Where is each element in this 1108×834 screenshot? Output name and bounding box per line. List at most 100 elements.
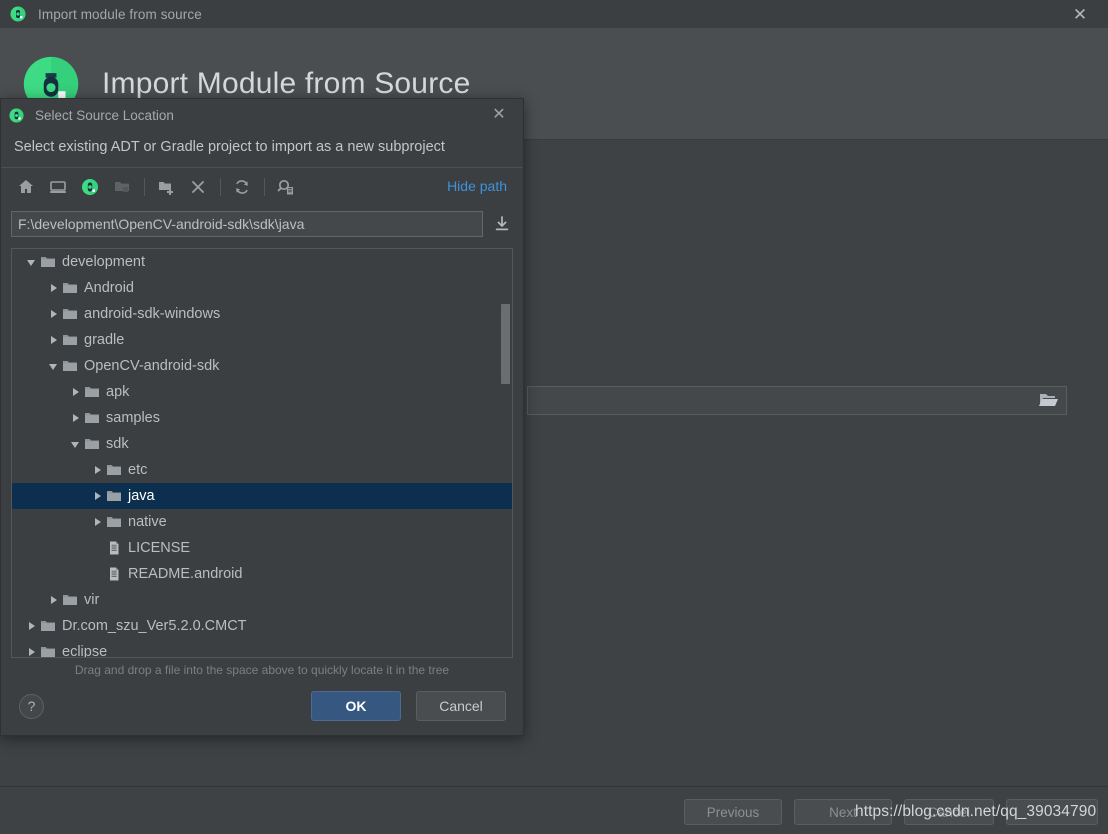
dialog-close-button[interactable]: ✕	[489, 105, 509, 125]
dialog-titlebar: Select Source Location ✕	[1, 99, 523, 131]
dialog-toolbar: Hide path	[1, 168, 523, 206]
tree-row-label: eclipse	[62, 643, 108, 658]
toolbar-separator	[220, 178, 221, 196]
chevron-right-icon[interactable]	[46, 332, 62, 348]
directory-tree[interactable]: development Android android-sdk-windows gra…	[12, 249, 512, 657]
tree-row[interactable]: native	[12, 509, 512, 535]
android-project-icon[interactable]	[77, 174, 103, 200]
wizard-footer: Previous Next Cancel	[0, 786, 1108, 834]
delete-icon[interactable]	[185, 174, 211, 200]
cancel-button[interactable]: Cancel	[416, 691, 506, 721]
chevron-down-icon[interactable]	[68, 436, 84, 452]
tree-row[interactable]: Dr.com_szu_Ver5.2.0.CMCT	[12, 613, 512, 639]
chevron-right-icon[interactable]	[46, 280, 62, 296]
file-icon	[110, 567, 119, 581]
tree-row[interactable]: Android	[12, 275, 512, 301]
folder-open-icon[interactable]	[1039, 391, 1059, 409]
tree-row[interactable]: eclipse	[12, 639, 512, 658]
chevron-right-icon[interactable]	[90, 462, 106, 478]
tree-row[interactable]: OpenCV-android-sdk	[12, 353, 512, 379]
tree-row-label: LICENSE	[128, 539, 191, 556]
tree-row-label: java	[128, 487, 155, 504]
tree-row-label: gradle	[84, 331, 125, 348]
tree-row[interactable]: README.android	[12, 561, 512, 587]
tree-scrollbar-thumb[interactable]	[501, 303, 510, 385]
wizard-next-button[interactable]: Next	[794, 799, 892, 825]
dialog-hint: Drag and drop a file into the space abov…	[74, 663, 450, 677]
tree-row-label: development	[62, 253, 146, 270]
wizard-previous-button[interactable]: Previous	[684, 799, 782, 825]
folder-icon	[109, 174, 135, 200]
hide-path-link[interactable]: Hide path	[447, 178, 507, 194]
tree-row[interactable]: sdk	[12, 431, 512, 457]
chevron-right-icon[interactable]	[90, 488, 106, 504]
dialog-title: Select Source Location	[35, 107, 174, 123]
tree-row[interactable]: vir	[12, 587, 512, 613]
folder-icon	[41, 647, 55, 657]
chevron-right-icon[interactable]	[24, 644, 40, 657]
tree-row-label: vir	[84, 591, 100, 608]
chevron-right-icon[interactable]	[46, 592, 62, 608]
dialog-description: Select existing ADT or Gradle project to…	[1, 131, 523, 168]
chevron-down-icon[interactable]	[24, 254, 40, 270]
tree-row[interactable]: gradle	[12, 327, 512, 353]
show-hidden-icon[interactable]	[273, 174, 299, 200]
source-directory-row	[527, 386, 1067, 415]
folder-icon	[41, 257, 55, 267]
download-icon[interactable]	[489, 212, 515, 236]
tree-row-label: Dr.com_szu_Ver5.2.0.CMCT	[62, 617, 247, 634]
tree-row-label: etc	[128, 461, 148, 478]
folder-icon	[63, 309, 77, 319]
tree-row-label: OpenCV-android-sdk	[84, 357, 220, 374]
tree-row-label: apk	[106, 383, 130, 400]
new-folder-icon[interactable]	[153, 174, 179, 200]
wizard-finish-button[interactable]	[1006, 799, 1098, 825]
tree-row[interactable]: apk	[12, 379, 512, 405]
folder-icon	[85, 439, 99, 449]
folder-icon	[63, 335, 77, 345]
tree-row-label: README.android	[128, 565, 243, 582]
refresh-icon[interactable]	[229, 174, 255, 200]
wizard-cancel-button[interactable]: Cancel	[904, 799, 994, 825]
home-icon[interactable]	[13, 174, 39, 200]
directory-tree-panel[interactable]: development Android android-sdk-windows gra…	[11, 248, 513, 658]
help-button[interactable]: ?	[19, 693, 44, 719]
tree-row-label: Android	[84, 279, 134, 296]
file-icon	[110, 541, 119, 555]
folder-icon	[85, 413, 99, 423]
window-titlebar: Import module from source ✕	[0, 0, 1108, 28]
window-close-button[interactable]: ✕	[1060, 0, 1100, 28]
window-title: Import module from source	[38, 6, 202, 22]
dialog-path-row: F:\development\OpenCV-android-sdk\sdk\ja…	[1, 206, 523, 242]
folder-icon	[41, 621, 55, 631]
tree-row-label: samples	[106, 409, 160, 426]
tree-row[interactable]: java	[12, 483, 512, 509]
folder-icon	[107, 491, 121, 501]
chevron-right-icon[interactable]	[24, 618, 40, 634]
tree-row[interactable]: LICENSE	[12, 535, 512, 561]
folder-icon	[63, 595, 77, 605]
toolbar-separator	[264, 178, 265, 196]
android-studio-icon	[10, 6, 26, 22]
android-studio-icon	[9, 107, 24, 123]
tree-row[interactable]: etc	[12, 457, 512, 483]
chevron-right-icon[interactable]	[90, 514, 106, 530]
dialog-button-bar: ? OK Cancel	[1, 677, 523, 735]
folder-icon	[85, 387, 99, 397]
chevron-right-icon[interactable]	[46, 306, 62, 322]
tree-scrollbar[interactable]	[501, 251, 510, 655]
chevron-right-icon[interactable]	[68, 384, 84, 400]
wizard-heading: Import Module from Source	[102, 66, 471, 100]
tree-row[interactable]: development	[12, 249, 512, 275]
chevron-down-icon[interactable]	[46, 358, 62, 374]
tree-row[interactable]: android-sdk-windows	[12, 301, 512, 327]
tree-row-label: native	[128, 513, 167, 530]
desktop-icon[interactable]	[45, 174, 71, 200]
ok-button[interactable]: OK	[311, 691, 401, 721]
path-input[interactable]: F:\development\OpenCV-android-sdk\sdk\ja…	[11, 211, 483, 237]
source-directory-input[interactable]	[527, 386, 1067, 415]
tree-row[interactable]: samples	[12, 405, 512, 431]
chevron-right-icon[interactable]	[68, 410, 84, 426]
